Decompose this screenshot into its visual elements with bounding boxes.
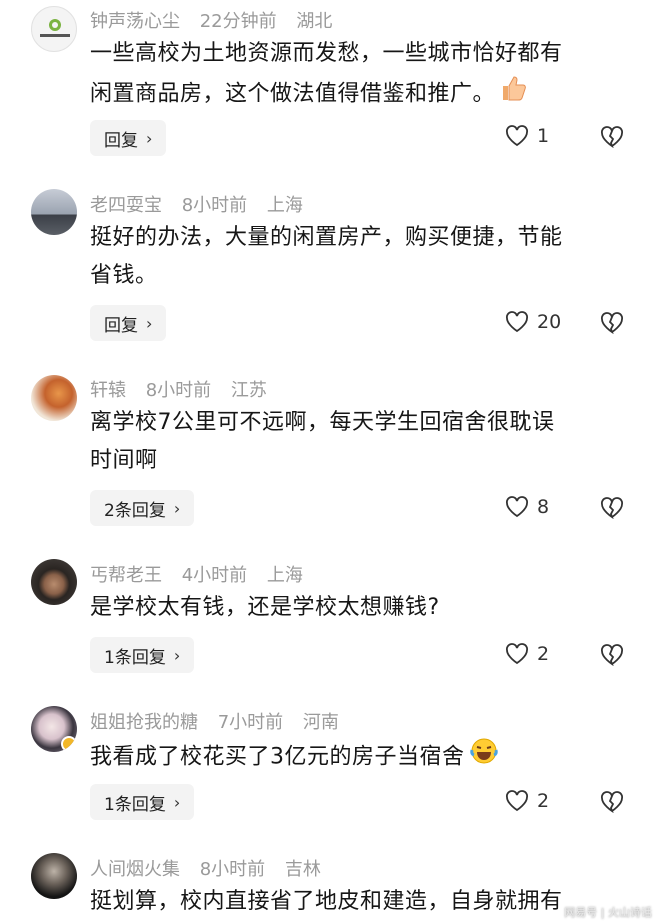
username[interactable]: 轩辕 bbox=[90, 380, 126, 401]
chevron-right-icon: › bbox=[173, 645, 181, 665]
chevron-right-icon: › bbox=[146, 128, 153, 148]
comment-text: 挺划算，校内直接省了地皮和建造，自身就拥有 bbox=[90, 889, 563, 914]
location: 江苏 bbox=[230, 380, 267, 401]
like-button[interactable]: 20 bbox=[505, 311, 561, 333]
like-button[interactable]: 1 bbox=[505, 125, 549, 147]
comment-meta: 老四耍宝 8小时前 上海 bbox=[90, 191, 317, 217]
comment-text: 离学校7公里可不远啊，每天学生回宿舍很耽误 时间啊 bbox=[90, 410, 555, 473]
timestamp: 8小时前 bbox=[199, 859, 266, 880]
replies-button[interactable]: 2条回复 › bbox=[90, 490, 195, 526]
like-count: 8 bbox=[537, 496, 550, 518]
avatar[interactable] bbox=[31, 6, 77, 52]
replies-button[interactable]: 1条回复 › bbox=[90, 637, 195, 673]
comment-meta: 钟声荡心尘 22分钟前 湖北 bbox=[90, 7, 346, 33]
comment-text: 是学校太有钱，还是学校太想赚钱? bbox=[90, 595, 440, 620]
dislike-button[interactable] bbox=[600, 497, 624, 523]
like-button[interactable]: 2 bbox=[505, 790, 549, 812]
dislike-button[interactable] bbox=[600, 126, 624, 152]
dislike-button[interactable] bbox=[600, 791, 624, 817]
username[interactable]: 老四耍宝 bbox=[90, 195, 162, 216]
replies-button[interactable]: 1条回复 › bbox=[90, 784, 195, 820]
username[interactable]: 丐帮老王 bbox=[90, 565, 162, 586]
heart-icon bbox=[506, 125, 528, 147]
timestamp: 7小时前 bbox=[217, 712, 284, 733]
dislike-button[interactable] bbox=[600, 644, 624, 670]
chevron-right-icon: › bbox=[173, 792, 181, 812]
like-count: 2 bbox=[537, 790, 550, 812]
username[interactable]: 钟声荡心尘 bbox=[90, 11, 180, 32]
timestamp: 8小时前 bbox=[181, 195, 248, 216]
comment-meta: 人间烟火集 8小时前 吉林 bbox=[90, 855, 335, 881]
comment-text: 挺好的办法，大量的闲置房产，购买便捷，节能 省钱。 bbox=[90, 225, 563, 288]
avatar[interactable] bbox=[31, 375, 77, 421]
heart-icon bbox=[506, 311, 528, 333]
avatar[interactable] bbox=[31, 189, 77, 235]
timestamp: 22分钟前 bbox=[199, 11, 277, 32]
broken-heart-icon bbox=[601, 791, 623, 814]
location: 河南 bbox=[302, 712, 339, 733]
broken-heart-icon bbox=[601, 126, 623, 149]
location: 湖北 bbox=[296, 11, 333, 32]
like-count: 2 bbox=[537, 643, 550, 665]
heart-icon bbox=[506, 496, 528, 518]
timestamp: 8小时前 bbox=[145, 380, 212, 401]
thumbs-up-emoji-icon bbox=[499, 73, 529, 116]
laughing-crying-emoji-icon bbox=[469, 736, 499, 779]
heart-icon bbox=[506, 790, 528, 812]
heart-icon bbox=[506, 643, 528, 665]
dislike-button[interactable] bbox=[600, 312, 624, 338]
avatar[interactable] bbox=[31, 559, 77, 605]
comment-meta: 丐帮老王 4小时前 上海 bbox=[90, 561, 317, 587]
location: 吉林 bbox=[284, 859, 321, 880]
chevron-right-icon: › bbox=[173, 498, 181, 518]
broken-heart-icon bbox=[601, 644, 623, 667]
comment-meta: 姐姐抢我的糖 7小时前 河南 bbox=[90, 708, 353, 734]
username[interactable]: 人间烟火集 bbox=[90, 859, 180, 880]
like-count: 20 bbox=[537, 311, 562, 333]
broken-heart-icon bbox=[601, 497, 623, 520]
avatar[interactable] bbox=[31, 706, 77, 752]
reply-button[interactable]: 回复 › bbox=[90, 305, 167, 341]
comment-text: 一些高校为土地资源而发愁，一些城市恰好都有 闲置商品房，这个做法值得借鉴和推广。 bbox=[90, 35, 635, 116]
location: 上海 bbox=[266, 565, 303, 586]
comment-meta: 轩辕 8小时前 江苏 bbox=[90, 376, 281, 402]
reply-button[interactable]: 回复 › bbox=[90, 120, 167, 156]
verified-badge-icon bbox=[61, 736, 77, 752]
chevron-right-icon: › bbox=[146, 313, 153, 333]
watermark: 网易号 | 火山诗话 bbox=[564, 906, 652, 919]
timestamp: 4小时前 bbox=[181, 565, 248, 586]
broken-heart-icon bbox=[601, 312, 623, 335]
like-button[interactable]: 8 bbox=[505, 496, 549, 518]
location: 上海 bbox=[266, 195, 303, 216]
avatar[interactable] bbox=[31, 853, 77, 899]
comment-text: 我看成了校花买了3亿元的房子当宿舍 bbox=[90, 736, 635, 779]
username[interactable]: 姐姐抢我的糖 bbox=[90, 712, 198, 733]
like-count: 1 bbox=[537, 125, 550, 147]
like-button[interactable]: 2 bbox=[505, 643, 549, 665]
